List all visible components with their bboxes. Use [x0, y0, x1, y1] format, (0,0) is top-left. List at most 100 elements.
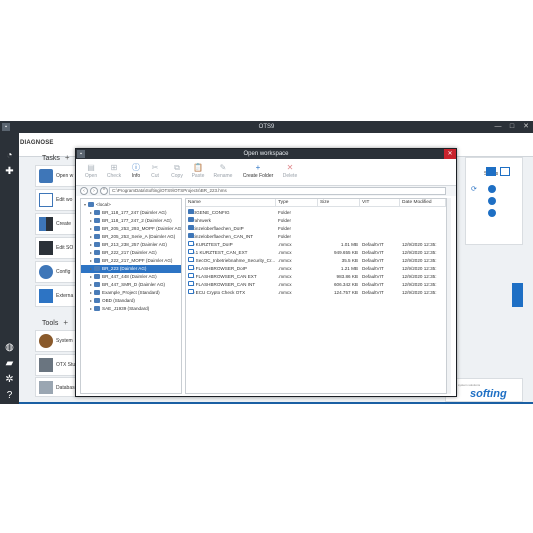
file-list[interactable]: Name Type Size VIT Date Modified 2.EIGEN…: [185, 198, 447, 394]
info-button[interactable]: ⓘ Info: [128, 162, 144, 184]
tree-node[interactable]: ▸ BR_118_177_247_2 (Daimler AG): [81, 217, 181, 225]
file-date: 12/9/2020 12:35:: [402, 282, 437, 287]
refresh-status-icon[interactable]: [486, 167, 496, 176]
path-input[interactable]: C:\ProgramData\Softing\OTS9\OTSProjects\…: [109, 187, 446, 195]
tree-node-label: BR_447_448 (Daimler AG): [102, 274, 157, 279]
tree-node[interactable]: ▸ BR_118_177_247 (Daimler AG): [81, 209, 181, 217]
app-system-icon[interactable]: ▪: [2, 123, 10, 131]
file-date: 12/9/2020 12:35:: [402, 290, 437, 295]
forward-button[interactable]: ›: [90, 187, 98, 195]
file-name: 4.Einzeloberflaechen_DoIP: [188, 225, 276, 233]
tree-node[interactable]: ▸ BR_213_238_257 (Daimler AG): [81, 241, 181, 249]
add-tool-button[interactable]: +: [63, 318, 68, 327]
workspace-file-icon: [188, 249, 194, 254]
open-workspace-dialog: ▪ Open workspace ✕ ▤ Open ⊞ Check ⓘ Info ✂ C…: [75, 148, 457, 397]
tree-node[interactable]: ▸ BR_223 (Daimler AG): [81, 265, 181, 273]
status-plug-icon[interactable]: [488, 209, 496, 217]
gauge-icon[interactable]: ◔: [3, 149, 16, 162]
file-type: Folder: [278, 234, 292, 239]
file-row[interactable]: 5.Einzeloberflaechen_CAN_INT Folder: [186, 233, 446, 241]
file-row[interactable]: 1.0 KURZTEST_DoIP .mmcx 1.01 MB DefaultVIT 1…: [186, 241, 446, 249]
file-row[interactable]: 3.0 ECU Crypto Check OTX .mmcx 124.757 KB D…: [186, 289, 446, 297]
file-row[interactable]: 1.1 SecOC_Inbetriebnahme_Security_Cr....…: [186, 257, 446, 265]
project-tree[interactable]: ▾ <local> ▸ BR_118_177_247 (Daimler AG) ▸ BR_…: [80, 198, 182, 394]
task-external[interactable]: Externa: [35, 285, 77, 307]
task-edit-sdk[interactable]: Edit SO: [35, 237, 77, 259]
screen: ▪ OTS9 — □ ✕ ☰ DIAGNOSE ◔ ✚ ◍ ▰ ✲ ? Task…: [0, 0, 533, 533]
file-size: 1.21 MB: [340, 266, 358, 271]
file-size: 606.342 KB: [333, 282, 358, 287]
tree-node[interactable]: ▸ BR_205_253_Serie_A (Daimler AG): [81, 233, 181, 241]
file-row[interactable]: 3.Fahrwerk Folder: [186, 217, 446, 225]
file-row[interactable]: 2.EIGENE_CONFIG Folder: [186, 209, 446, 217]
file-row[interactable]: 2.2 FLASHBROWSER_CAN INT .mmcx 606.342 KB D…: [186, 281, 446, 289]
add-task-button[interactable]: +: [65, 153, 70, 162]
up-button[interactable]: ^: [100, 187, 108, 195]
file-row[interactable]: 2.0 FLASHBROWSER_DoIP .mmcx 1.21 MB Default…: [186, 265, 446, 273]
sidebar: ◔ ✚ ◍ ▰ ✲ ?: [0, 133, 19, 404]
tools-icon: [39, 289, 53, 303]
tree-node-label: BR_118_177_247 (Daimler AG): [102, 210, 167, 215]
tree-node[interactable]: ▸ BR_222_217 (Daimler AG): [81, 249, 181, 257]
folder-icon: [39, 169, 53, 183]
paste-button[interactable]: 📋 Paste: [190, 162, 206, 184]
tree-node[interactable]: ▸ SAE_J1939 (Standard): [81, 305, 181, 313]
file-row[interactable]: 1.0.1 KURZTEST_CAN_EXT .mmcx 949.655 KB Def…: [186, 249, 446, 257]
open-button[interactable]: ▤ Open: [82, 162, 100, 184]
column-header-name[interactable]: Name: [186, 199, 276, 207]
status-connect-icon[interactable]: [488, 185, 496, 193]
side-panel-tab[interactable]: [512, 283, 523, 307]
tool-system[interactable]: System: [35, 330, 77, 352]
column-header-vit[interactable]: VIT: [360, 199, 400, 207]
tree-node[interactable]: ▸ BR_447_448 (Daimler AG): [81, 273, 181, 281]
tree-node[interactable]: ▸ OBD (Standard): [81, 297, 181, 305]
file-type: Folder: [278, 226, 292, 231]
file-name: 3.0 ECU Crypto Check OTX: [188, 289, 276, 297]
sync-status-icon[interactable]: [500, 167, 510, 176]
task-configure[interactable]: Config: [35, 261, 77, 283]
status-link-icon[interactable]: [488, 197, 496, 205]
diagnose-icon[interactable]: ✚: [3, 165, 16, 178]
tool-otx-studio[interactable]: OTX Stu: [35, 354, 77, 376]
column-header-size[interactable]: Size: [318, 199, 360, 207]
task-open-workspace[interactable]: Open w: [35, 165, 77, 187]
refresh-icon[interactable]: ⟳: [471, 186, 477, 194]
task-create[interactable]: Create: [35, 213, 77, 235]
tree-node[interactable]: ▾ <local>: [81, 201, 181, 209]
delete-button[interactable]: ✕ Delete: [280, 162, 300, 184]
maximize-button[interactable]: □: [505, 121, 519, 133]
globe-icon[interactable]: ◍: [3, 341, 16, 354]
dialog-close-button[interactable]: ✕: [444, 149, 456, 159]
file-row[interactable]: 4.Einzeloberflaechen_DoIP Folder: [186, 225, 446, 233]
check-button[interactable]: ⊞ Check: [104, 162, 124, 184]
file-name: 1.0 KURZTEST_DoIP: [188, 241, 276, 249]
column-header-date[interactable]: Date Modified: [400, 199, 446, 207]
copy-button[interactable]: ⧉ Copy: [169, 162, 185, 184]
minimize-button[interactable]: —: [491, 121, 505, 133]
rename-button[interactable]: ✎ Rename: [212, 162, 234, 184]
tree-node[interactable]: ▸ BR_222_217_MOPF (Daimler AG): [81, 257, 181, 265]
tree-node[interactable]: ▸ BR_447_SMR_D (Daimler AG): [81, 281, 181, 289]
file-type: Folder: [278, 218, 292, 223]
file-row[interactable]: 2.1 FLASHBROWSER_CAN EXT .mmcx 983.86 KB De…: [186, 273, 446, 281]
tree-node[interactable]: ▸ BR_205_253_293_MOPF (Daimler AG): [81, 225, 181, 233]
help-icon[interactable]: ?: [3, 389, 16, 402]
file-date: 12/9/2020 12:35:: [402, 250, 437, 255]
app-close-button[interactable]: ✕: [519, 121, 533, 133]
column-header-type[interactable]: Type: [276, 199, 318, 207]
file-vit: DefaultVIT: [362, 266, 384, 271]
dialog-system-icon[interactable]: ▪: [77, 150, 85, 158]
create-folder-button[interactable]: + Create Folder: [242, 162, 274, 184]
tree-node[interactable]: ▸ Example_Project (Standard): [81, 289, 181, 297]
vertical-scrollbar[interactable]: [447, 198, 451, 394]
cut-button[interactable]: ✂ Cut: [148, 162, 162, 184]
settings-icon[interactable]: ✲: [3, 373, 16, 386]
sdk-icon: [39, 241, 53, 255]
back-button[interactable]: ‹: [80, 187, 88, 195]
file-date: 12/9/2020 12:35:: [402, 258, 437, 263]
project-icon: [94, 274, 100, 279]
file-date: 12/9/2020 12:35:: [402, 266, 437, 271]
task-edit-workspace[interactable]: Edit wo: [35, 189, 77, 211]
file-type: .mmcx: [278, 274, 292, 279]
car-icon[interactable]: ▰: [3, 357, 16, 370]
